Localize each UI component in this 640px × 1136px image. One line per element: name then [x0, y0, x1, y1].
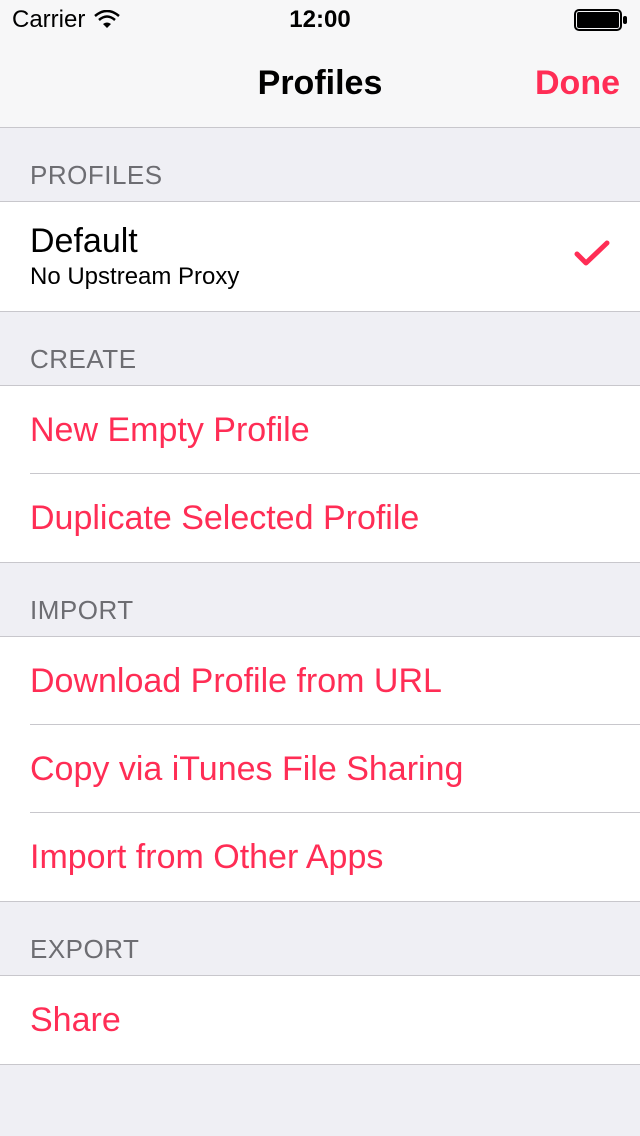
section-header-import: IMPORT: [0, 563, 640, 636]
share-button[interactable]: Share: [0, 976, 640, 1064]
action-label: Download Profile from URL: [30, 662, 442, 701]
action-label: Duplicate Selected Profile: [30, 499, 419, 538]
create-group: New Empty Profile Duplicate Selected Pro…: [0, 385, 640, 563]
status-left: Carrier: [12, 6, 121, 34]
section-header-create: CREATE: [0, 312, 640, 385]
download-from-url-button[interactable]: Download Profile from URL: [0, 637, 640, 725]
status-bar: Carrier 12:00: [0, 0, 640, 40]
import-group: Download Profile from URL Copy via iTune…: [0, 636, 640, 902]
carrier-label: Carrier: [12, 6, 85, 34]
profile-row-default[interactable]: Default No Upstream Proxy: [0, 202, 640, 311]
new-empty-profile-button[interactable]: New Empty Profile: [0, 386, 640, 474]
checkmark-icon: [574, 240, 610, 273]
action-label: Copy via iTunes File Sharing: [30, 750, 463, 789]
profile-row-content: Default No Upstream Proxy: [30, 222, 239, 291]
wifi-icon: [93, 10, 121, 30]
status-time: 12:00: [289, 6, 350, 34]
action-label: Import from Other Apps: [30, 838, 383, 877]
done-button[interactable]: Done: [535, 64, 620, 103]
profile-subtitle: No Upstream Proxy: [30, 263, 239, 291]
duplicate-profile-button[interactable]: Duplicate Selected Profile: [0, 474, 640, 562]
action-label: Share: [30, 1001, 121, 1040]
profiles-group: Default No Upstream Proxy: [0, 201, 640, 312]
copy-itunes-button[interactable]: Copy via iTunes File Sharing: [0, 725, 640, 813]
import-other-apps-button[interactable]: Import from Other Apps: [0, 813, 640, 901]
export-group: Share: [0, 975, 640, 1065]
nav-bar: Profiles Done: [0, 40, 640, 128]
page-title: Profiles: [258, 64, 383, 103]
profile-title: Default: [30, 222, 239, 261]
action-label: New Empty Profile: [30, 411, 310, 450]
section-header-profiles: PROFILES: [0, 128, 640, 201]
battery-icon: [574, 8, 628, 32]
section-header-export: EXPORT: [0, 902, 640, 975]
